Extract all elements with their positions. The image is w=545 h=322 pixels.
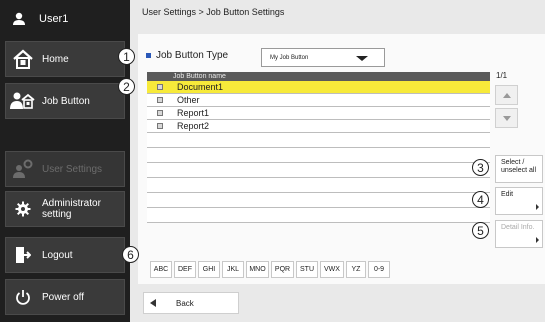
table-row[interactable]: Report2 <box>147 120 490 133</box>
power-off-label: Power off <box>42 291 85 303</box>
table-row-empty <box>147 208 490 223</box>
user-icon <box>13 12 25 25</box>
index-key-pqr[interactable]: PQR <box>271 261 294 278</box>
table-row-empty <box>147 133 490 148</box>
power-icon <box>10 289 36 305</box>
row-name: Document1 <box>177 82 224 92</box>
chevron-right-icon <box>536 237 539 243</box>
callout-5: 5 <box>472 222 489 239</box>
row-name: Report1 <box>177 108 210 118</box>
logout-label: Logout <box>42 249 73 261</box>
row-checkbox[interactable] <box>157 110 163 116</box>
user-settings-button: User Settings <box>5 151 125 187</box>
row-checkbox[interactable] <box>157 123 163 129</box>
chevron-right-icon <box>536 204 539 210</box>
table-row[interactable]: Report1 <box>147 107 490 120</box>
index-key-abc[interactable]: ABC <box>150 261 172 278</box>
administrator-setting-button[interactable]: Administrator setting <box>5 191 125 227</box>
callout-2: 2 <box>118 78 135 95</box>
job-button-type-label: Job Button Type <box>156 50 229 61</box>
job-button-type-row: Job Button Type <box>146 50 228 61</box>
back-label: Back <box>176 298 194 308</box>
user-indicator: User1 <box>5 6 125 32</box>
home-label: Home <box>42 53 69 65</box>
power-off-button[interactable]: Power off <box>5 279 125 315</box>
row-name: Other <box>177 95 200 105</box>
job-button-table: Job Button name Document1 Other Report1 … <box>147 72 490 223</box>
index-key-def[interactable]: DEF <box>174 261 196 278</box>
arrow-down-icon <box>502 115 511 121</box>
page-indicator: 1/1 <box>496 71 508 80</box>
table-header: Job Button name <box>147 72 490 81</box>
callout-1: 1 <box>118 48 135 65</box>
gear-icon <box>10 201 36 217</box>
user-settings-icon <box>10 159 36 179</box>
index-key-stu[interactable]: STU <box>296 261 318 278</box>
row-checkbox[interactable] <box>157 84 163 90</box>
row-name: Report2 <box>177 121 210 131</box>
callout-3: 3 <box>472 159 489 176</box>
job-button-icon <box>10 91 36 111</box>
callout-4: 4 <box>472 191 489 208</box>
index-key-jkl[interactable]: JKL <box>222 261 244 278</box>
table-row-empty <box>147 178 490 193</box>
index-key-yz[interactable]: YZ <box>346 261 366 278</box>
alphabet-index-bar: ABC DEF GHI JKL MNO PQR STU VWX YZ 0-9 <box>150 261 392 278</box>
detail-info-button: Detail Info. <box>495 220 543 248</box>
job-button-type-select[interactable]: My Job Button <box>261 48 385 67</box>
table-row-empty <box>147 148 490 163</box>
index-key-0-9[interactable]: 0-9 <box>368 261 390 278</box>
back-button[interactable]: Back <box>143 292 239 314</box>
scroll-down-button[interactable] <box>495 108 518 128</box>
index-key-ghi[interactable]: GHI <box>198 261 220 278</box>
home-icon <box>10 49 36 69</box>
job-button-type-value: My Job Button <box>270 54 309 61</box>
table-row-empty <box>147 193 490 208</box>
edit-button[interactable]: Edit <box>495 187 543 215</box>
user-settings-label: User Settings <box>42 163 103 175</box>
administrator-setting-label: Administrator setting <box>42 198 101 220</box>
job-button-label: Job Button <box>42 95 90 107</box>
logout-button[interactable]: Logout <box>5 237 125 273</box>
table-row[interactable]: Document1 <box>147 81 490 94</box>
index-key-mno[interactable]: MNO <box>246 261 269 278</box>
arrow-up-icon <box>502 92 511 98</box>
breadcrumb: User Settings > Job Button Settings <box>142 7 285 17</box>
table-row-empty <box>147 163 490 178</box>
sidebar: User1 Home Job Button User Settings Admi… <box>0 0 130 322</box>
callout-6: 6 <box>122 246 139 263</box>
chevron-down-icon <box>356 56 368 61</box>
home-button[interactable]: Home <box>5 41 125 77</box>
scroll-up-button[interactable] <box>495 85 518 105</box>
logout-icon <box>10 246 36 264</box>
back-arrow-icon <box>150 299 156 307</box>
user-name: User1 <box>39 13 69 25</box>
table-row[interactable]: Other <box>147 94 490 107</box>
job-button-nav[interactable]: Job Button <box>5 83 125 119</box>
index-key-vwx[interactable]: VWX <box>320 261 344 278</box>
row-checkbox[interactable] <box>157 97 163 103</box>
field-marker-icon <box>146 53 151 58</box>
select-unselect-all-button[interactable]: Select / unselect all <box>495 155 543 183</box>
